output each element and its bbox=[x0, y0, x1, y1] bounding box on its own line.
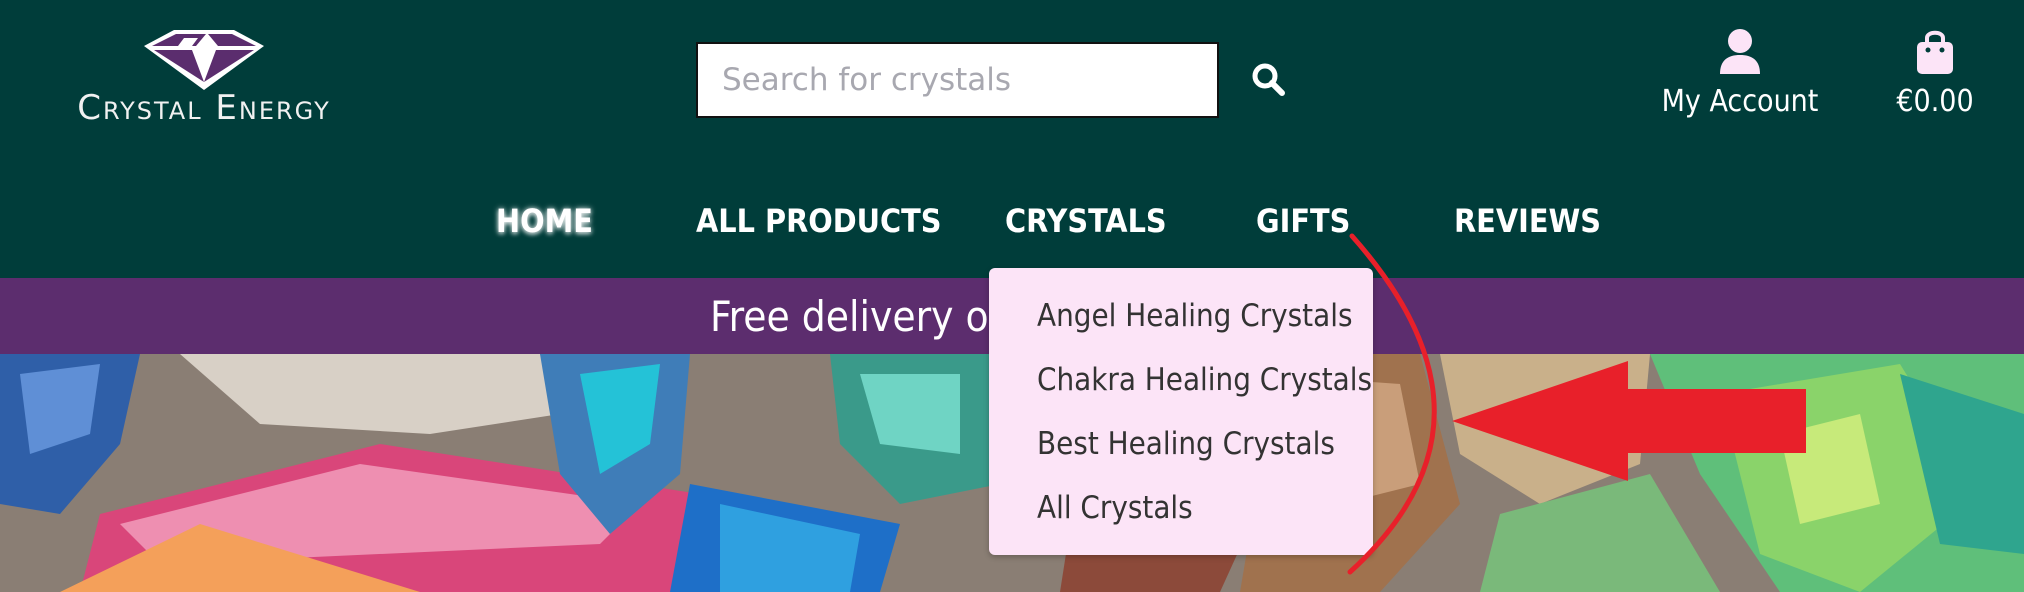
shopping-bag-icon bbox=[1917, 30, 1953, 74]
nav-home[interactable]: HOME bbox=[496, 202, 593, 240]
cart-link[interactable]: €0.00 bbox=[1880, 28, 1990, 128]
search-icon bbox=[1252, 63, 1285, 96]
search-button[interactable] bbox=[1247, 58, 1291, 102]
crystals-dropdown-menu: Angel Healing Crystals Chakra Healing Cr… bbox=[989, 268, 1373, 555]
nav-reviews[interactable]: REVIEWS bbox=[1454, 202, 1601, 240]
nav-crystals[interactable]: CRYSTALS bbox=[1005, 202, 1167, 240]
account-link[interactable]: My Account bbox=[1660, 28, 1820, 128]
dropdown-item-chakra-healing-crystals[interactable]: Chakra Healing Crystals bbox=[1037, 362, 1372, 398]
nav-all-products[interactable]: ALL PRODUCTS bbox=[696, 202, 942, 240]
search-input[interactable] bbox=[696, 42, 1219, 118]
account-label: My Account bbox=[1661, 84, 1819, 119]
site-header: Crystal Energy My Account €0.00 HOME ALL… bbox=[0, 0, 2024, 278]
gem-logo-icon bbox=[144, 30, 264, 90]
dropdown-item-all-crystals[interactable]: All Crystals bbox=[1037, 490, 1193, 526]
dropdown-item-best-healing-crystals[interactable]: Best Healing Crystals bbox=[1037, 426, 1335, 462]
promo-banner-text: Free delivery on bbox=[710, 292, 1013, 341]
cart-total: €0.00 bbox=[1896, 84, 1974, 119]
brand-logo[interactable]: Crystal Energy bbox=[44, 28, 364, 136]
brand-name: Crystal Energy bbox=[77, 88, 331, 128]
dropdown-item-angel-healing-crystals[interactable]: Angel Healing Crystals bbox=[1037, 298, 1352, 334]
user-icon bbox=[1720, 29, 1760, 74]
nav-gifts[interactable]: GIFTS bbox=[1256, 202, 1350, 240]
